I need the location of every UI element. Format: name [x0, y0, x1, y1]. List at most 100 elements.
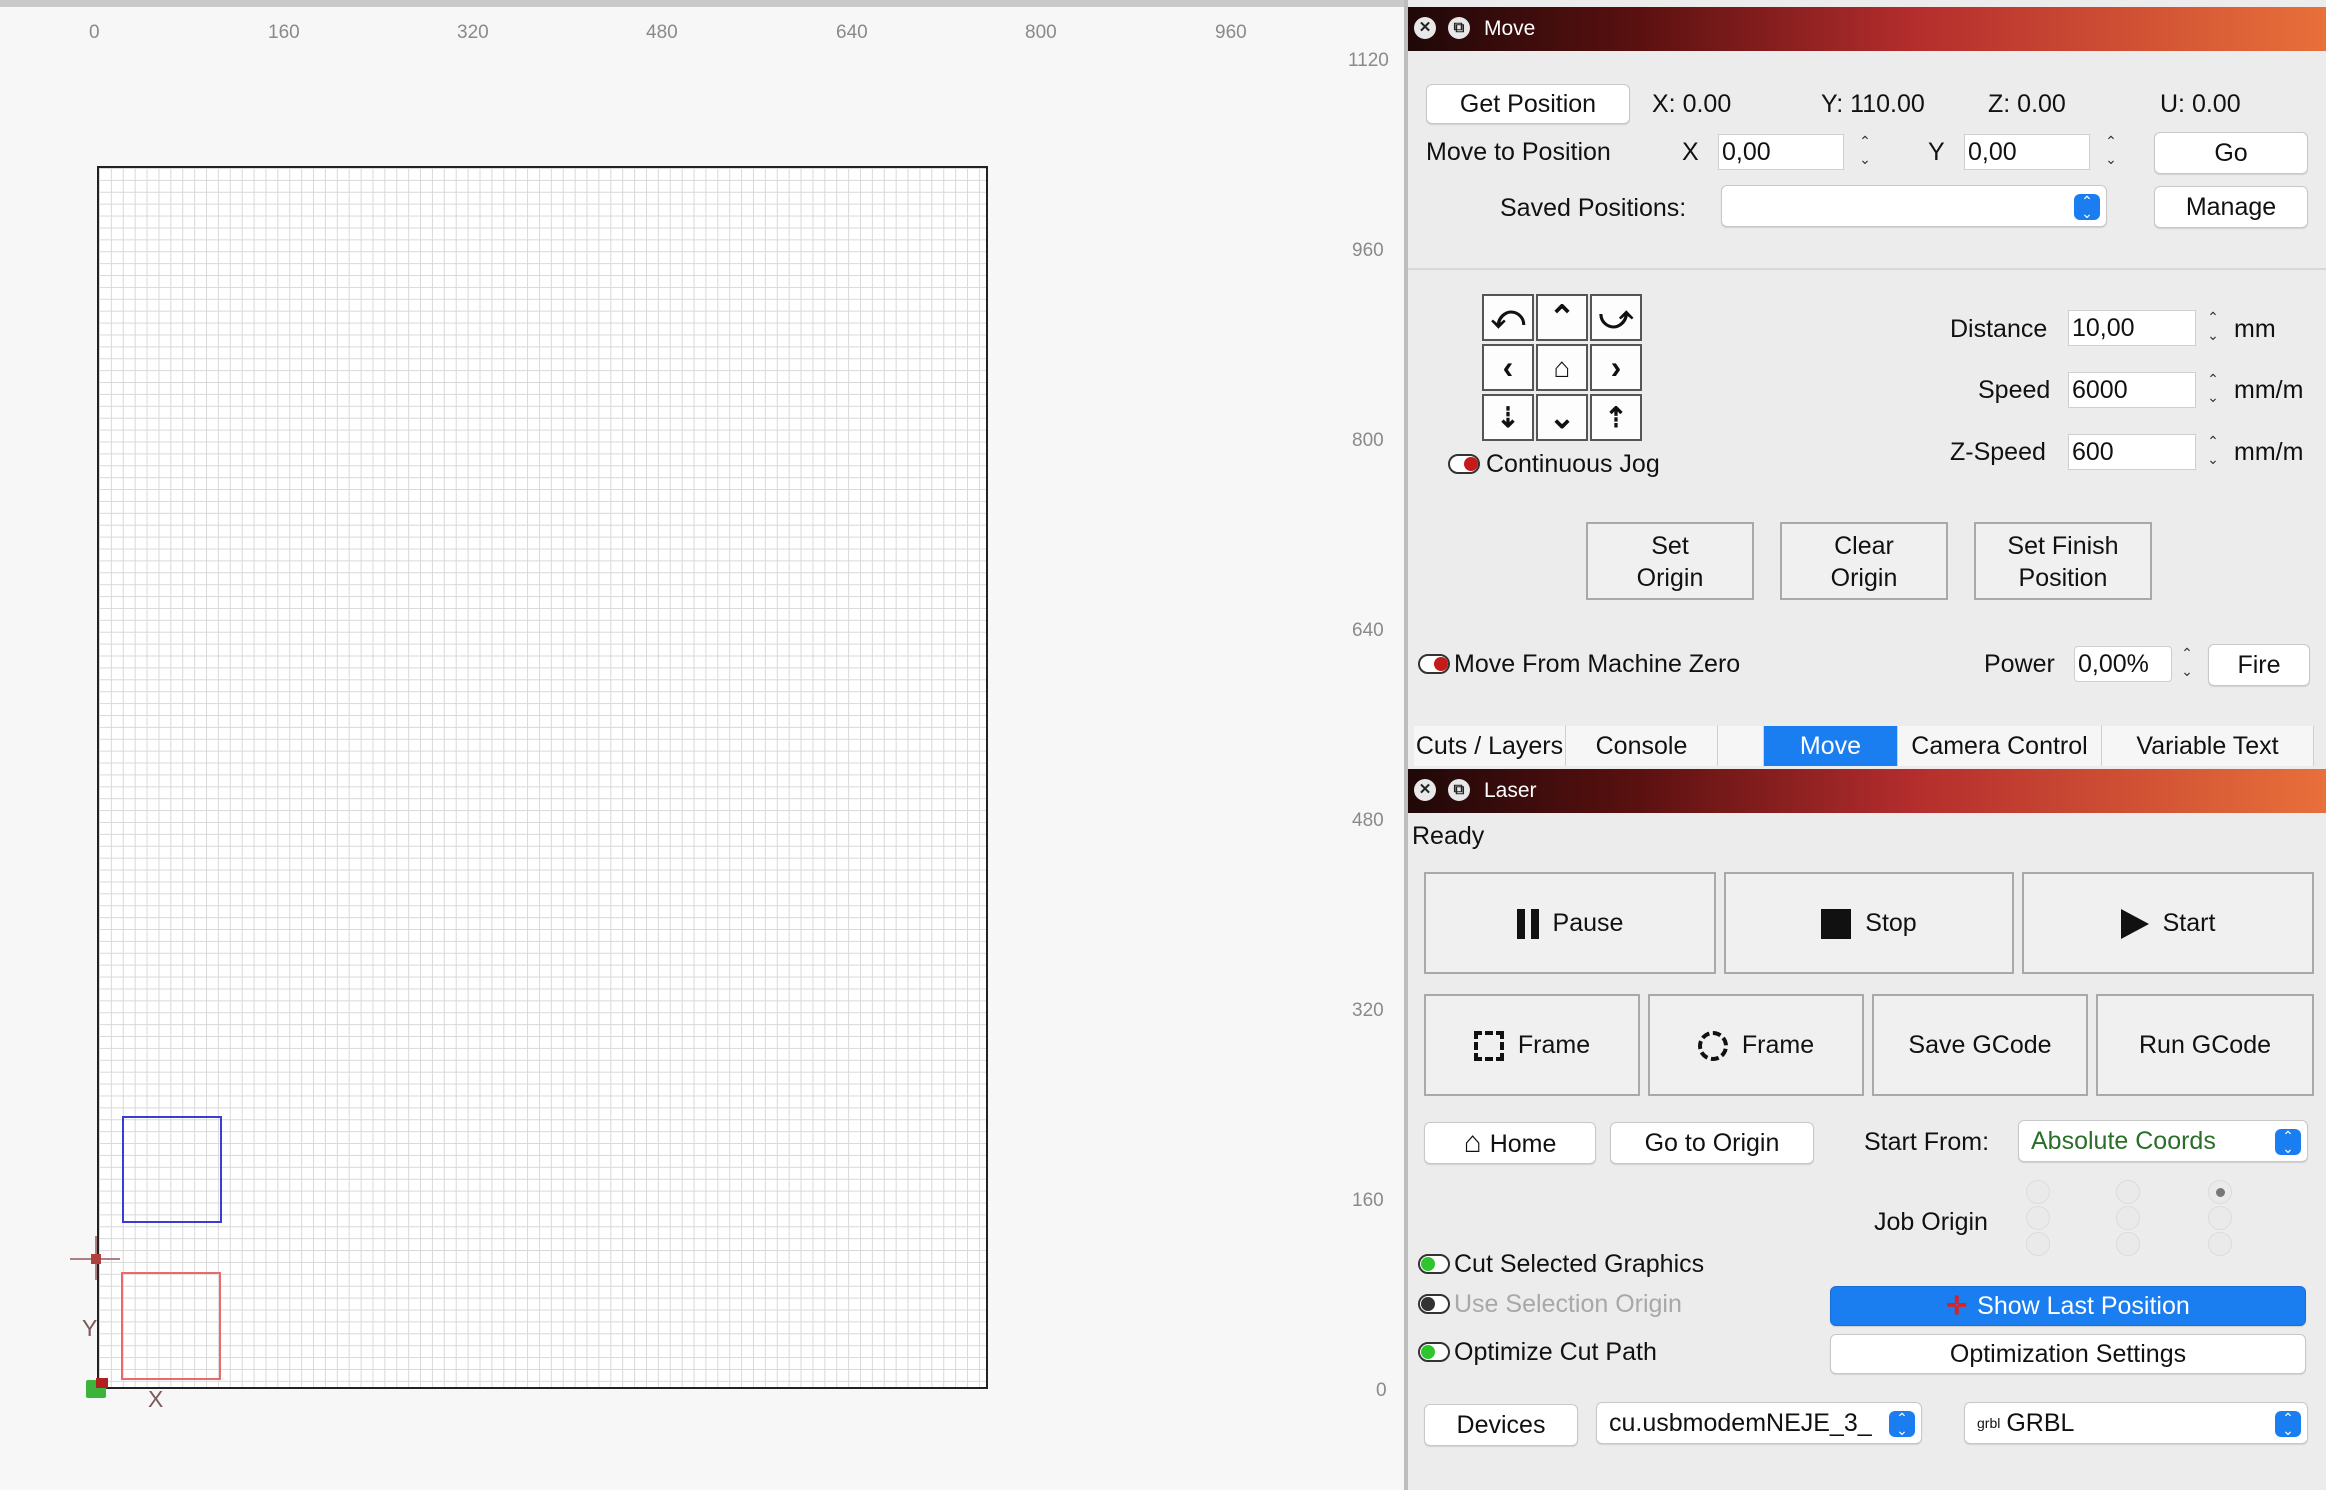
set-origin-button[interactable]: Set Origin: [1586, 522, 1754, 600]
move-title: Move: [1484, 17, 1536, 40]
jog-up-icon[interactable]: ⌃: [1536, 294, 1588, 341]
origin-dot: [96, 1378, 108, 1388]
jog-left-icon[interactable]: ‹: [1482, 344, 1534, 391]
rotate-ccw-icon[interactable]: ⤺: [1482, 294, 1534, 341]
saved-positions-select[interactable]: ⌃ ⌄: [1721, 185, 2107, 227]
distance-input[interactable]: 10,00: [2068, 310, 2196, 346]
clear-origin-button[interactable]: Clear Origin: [1780, 522, 1948, 600]
frame-circle-button[interactable]: Frame: [1648, 994, 1864, 1096]
stop-label: Stop: [1865, 909, 1917, 937]
laser-titlebar: ✕ ⧉ Laser: [1408, 769, 2326, 813]
tab-spacer: [1718, 726, 1764, 766]
move-y-input[interactable]: 0,00: [1964, 134, 2090, 170]
tab-variable-text[interactable]: Variable Text: [2102, 726, 2314, 766]
ruler-x-tick: 800: [1025, 22, 1057, 43]
home-button[interactable]: ⌂ Home: [1424, 1122, 1596, 1164]
cut-selected-toggle[interactable]: [1418, 1254, 1450, 1274]
tab-move[interactable]: Move: [1764, 726, 1898, 766]
move-from-machine-zero-toggle[interactable]: [1418, 654, 1450, 674]
port-select[interactable]: cu.usbmodemNEJE_3_ ⌃ ⌄: [1596, 1402, 1922, 1444]
job-origin-radio-mr[interactable]: [2208, 1206, 2232, 1230]
set-finish-position-button[interactable]: Set Finish Position: [1974, 522, 2152, 600]
z-up-icon[interactable]: ⇡: [1590, 394, 1642, 441]
job-origin-radio-tc[interactable]: [2116, 1180, 2140, 1204]
continuous-jog-label: Continuous Jog: [1486, 450, 1660, 478]
close-icon[interactable]: ✕: [1414, 779, 1436, 801]
jog-right-icon[interactable]: ›: [1590, 344, 1642, 391]
red-rectangle-shape[interactable]: [121, 1272, 221, 1380]
job-origin-radio-ml[interactable]: [2026, 1206, 2050, 1230]
save-gcode-button[interactable]: Save GCode: [1872, 994, 2088, 1096]
undock-icon[interactable]: ⧉: [1448, 779, 1470, 801]
ruler-x-tick: 480: [646, 22, 678, 43]
y-axis-label: Y: [82, 1315, 98, 1341]
position-u-readout: U: 0.00: [2160, 90, 2241, 118]
go-button[interactable]: Go: [2154, 132, 2308, 174]
move-y-stepper[interactable]: ⌃ ⌄: [2100, 132, 2122, 172]
job-origin-radio-tr[interactable]: [2208, 1180, 2232, 1204]
get-position-button[interactable]: Get Position: [1426, 84, 1630, 124]
position-z-readout: Z: 0.00: [1988, 90, 2066, 118]
frame-circle-label: Frame: [1741, 1031, 1815, 1059]
run-gcode-button[interactable]: Run GCode: [2096, 994, 2314, 1096]
job-origin-radio-tl[interactable]: [2026, 1180, 2050, 1204]
power-input[interactable]: 0,00%: [2074, 646, 2172, 682]
power-stepper[interactable]: ⌃ ⌄: [2176, 644, 2198, 684]
zspeed-stepper[interactable]: ⌃ ⌄: [2202, 432, 2224, 472]
job-origin-radio-mc[interactable]: [2116, 1206, 2140, 1230]
stop-button[interactable]: Stop: [1724, 872, 2014, 974]
port-value: cu.usbmodemNEJE_3_: [1609, 1409, 1872, 1437]
start-from-select[interactable]: Absolute Coords ⌃ ⌄: [2018, 1120, 2308, 1162]
speed-label: Speed: [1978, 376, 2051, 404]
chevron-updown-icon: ⌃ ⌄: [2275, 1129, 2301, 1155]
chevron-updown-icon: ⌃ ⌄: [2275, 1411, 2301, 1437]
manage-button[interactable]: Manage: [2154, 186, 2308, 228]
jog-home-icon[interactable]: ⌂: [1536, 344, 1588, 391]
blue-rectangle-shape[interactable]: [122, 1116, 222, 1223]
move-x-stepper[interactable]: ⌃ ⌄: [1854, 132, 1876, 172]
power-label: Power: [1984, 650, 2055, 678]
ruler-y-tick: 160: [1352, 1190, 1384, 1211]
speed-unit: mm/m: [2234, 376, 2304, 404]
go-to-origin-button[interactable]: Go to Origin: [1610, 1122, 1814, 1164]
laser-title: Laser: [1484, 779, 1537, 802]
frame-rect-button[interactable]: Frame: [1424, 994, 1640, 1096]
tab-camera-control[interactable]: Camera Control: [1898, 726, 2102, 766]
use-selection-origin-toggle[interactable]: [1418, 1294, 1450, 1314]
undock-icon[interactable]: ⧉: [1448, 17, 1470, 39]
ruler-y-tick: 640: [1352, 620, 1384, 641]
optimization-settings-button[interactable]: Optimization Settings: [1830, 1334, 2306, 1374]
distance-label: Distance: [1950, 315, 2048, 343]
speed-input[interactable]: 6000: [2068, 372, 2196, 408]
move-x-input[interactable]: 0,00: [1718, 134, 1844, 170]
controller-select[interactable]: grbl GRBL ⌃ ⌄: [1964, 1402, 2308, 1444]
job-origin-radio-bc[interactable]: [2116, 1232, 2140, 1256]
move-y-label: Y: [1928, 138, 1945, 166]
laser-position-marker: [91, 1254, 101, 1264]
devices-button[interactable]: Devices: [1424, 1404, 1578, 1446]
fire-button[interactable]: Fire: [2208, 644, 2310, 686]
distance-stepper[interactable]: ⌃ ⌄: [2202, 308, 2224, 348]
job-origin-radio-br[interactable]: [2208, 1232, 2232, 1256]
continuous-jog-toggle[interactable]: [1448, 454, 1480, 474]
pause-button[interactable]: Pause: [1424, 872, 1716, 974]
start-button[interactable]: Start: [2022, 872, 2314, 974]
job-origin-radio-bl[interactable]: [2026, 1232, 2050, 1256]
show-last-position-button[interactable]: ✛ Show Last Position: [1830, 1286, 2306, 1326]
work-area-grid[interactable]: [97, 166, 988, 1389]
chevron-updown-icon: ⌃ ⌄: [1889, 1411, 1915, 1437]
position-x-readout: X: 0.00: [1652, 90, 1732, 118]
speed-stepper[interactable]: ⌃ ⌄: [2202, 370, 2224, 410]
zspeed-input[interactable]: 600: [2068, 434, 2196, 470]
tab-console[interactable]: Console: [1566, 726, 1718, 766]
controller-value: GRBL: [2006, 1409, 2075, 1437]
optimize-cut-path-toggle[interactable]: [1418, 1342, 1450, 1362]
right-panel: ✕ ⧉ Move Get Position X: 0.00 Y: 110.00 …: [1408, 0, 2326, 1490]
z-down-icon[interactable]: ⇣: [1482, 394, 1534, 441]
distance-unit: mm: [2234, 315, 2276, 343]
saved-positions-label: Saved Positions:: [1500, 194, 1687, 222]
tab-cuts-layers[interactable]: Cuts / Layers: [1414, 726, 1566, 766]
jog-down-icon[interactable]: ⌄: [1536, 394, 1588, 441]
close-icon[interactable]: ✕: [1414, 17, 1436, 39]
rotate-cw-icon[interactable]: ⤻: [1590, 294, 1642, 341]
